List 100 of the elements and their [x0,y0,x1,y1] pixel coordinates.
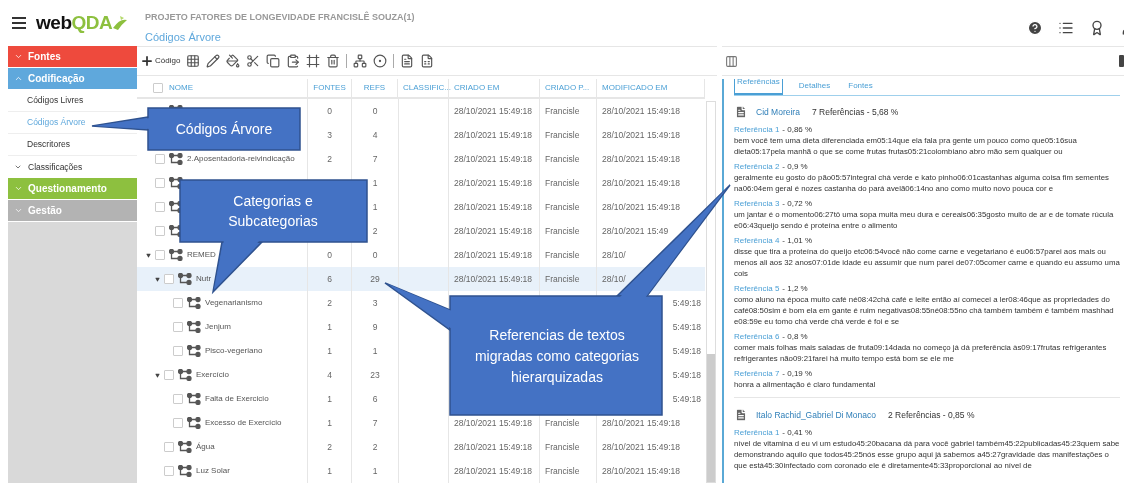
table-cell: 28/10/2021 15:49:18 [602,464,680,478]
column-header[interactable]: MODIFICADO EM [602,82,668,94]
nav-item[interactable]: Classificações [8,156,137,178]
table-cell[interactable] [398,99,449,123]
scrollbar[interactable] [706,101,716,483]
checkbox[interactable] [173,298,183,308]
table-cell: 28/10/2021 15:49:18 [602,176,680,190]
table-cell: 0 [372,104,378,118]
table-cell: 28/10/2021 15:49:18 [454,176,532,190]
scissors-icon[interactable] [246,54,261,68]
table-cell: 28/10/2021 15:49:18 [454,416,532,430]
checkbox[interactable] [164,274,174,284]
chevron-icon [14,74,23,83]
expander-icon[interactable] [154,276,160,282]
table-cell: 28/10/2021 15:49:18 [602,104,680,118]
tab[interactable]: Referências [734,79,783,95]
tab[interactable]: Fontes [846,80,875,95]
reference-link[interactable]: Referência 7 [734,368,780,379]
circle-dot-icon[interactable] [373,54,388,68]
column-header[interactable]: NOME [169,82,193,94]
expander-icon[interactable] [154,372,160,378]
nav-item[interactable]: Códigos Livres [27,94,84,107]
reference-link[interactable]: Referência 6 [734,331,780,342]
table-cell: 1 [327,464,332,478]
columns-icon[interactable] [725,54,738,68]
new-code-button[interactable]: Código [140,54,181,68]
reference-percent: - 0,8 % [782,331,808,342]
checkbox[interactable] [164,442,174,452]
reference-percent: - 0,86 % [782,124,813,135]
page-title: Códigos Árvore [145,29,222,45]
table-cell: Francisle [545,200,580,214]
list-icon[interactable] [1058,20,1074,36]
nav-section[interactable]: Codificação [8,68,137,89]
column-header[interactable]: CRIADO P... [545,82,590,94]
help-icon[interactable] [1027,20,1043,36]
table-cell: 0 [327,104,332,118]
reference-link[interactable]: Referência 2 [734,161,780,172]
table-cell: 28/10/2021 15:49:18 [454,440,532,454]
table-cell: 1 [327,392,332,406]
table-cell: Francisle [545,464,580,478]
award-icon[interactable] [1089,20,1105,36]
source-link[interactable]: Cid Moreira [756,105,800,119]
expander-icon[interactable] [145,252,151,258]
checkbox[interactable] [155,154,165,164]
nav-section[interactable]: Fontes [8,46,137,67]
node-name: Jenjum [205,321,231,333]
column-header[interactable]: CRIADO EM [454,82,500,94]
checkbox[interactable] [173,322,183,332]
checkbox[interactable] [153,83,163,93]
table-cell: 28/10/2021 15:49:18 [454,272,532,286]
nodes-icon[interactable] [353,54,368,68]
chevron-icon [14,52,23,61]
nav-item[interactable]: Descritores [27,138,70,151]
table-cell: 9 [372,320,378,334]
menu-icon[interactable] [12,17,26,29]
nav-item[interactable]: Códigos Árvore [27,116,86,129]
nav-section[interactable]: Gestão [8,200,137,221]
copy-icon[interactable] [266,54,281,68]
paint-bucket-icon[interactable] [226,54,241,68]
table-cell[interactable] [398,459,449,483]
nav-label: Questionamento [28,182,107,196]
project-title: PROJETO FATORES DE LONGEVIDADE FRANCISLÊ SOUZA(1) [145,11,416,24]
nav-section[interactable]: Questionamento [8,178,137,199]
checkbox[interactable] [155,202,165,212]
node-name: Água [196,441,215,453]
table-cell: 5:49:18 [672,320,701,334]
reference-link[interactable]: Referência 3 [734,198,780,209]
table-cell[interactable] [398,243,449,267]
trash-icon[interactable] [326,54,341,68]
tab[interactable]: Detalhes [796,80,833,95]
checkbox[interactable] [155,178,165,188]
checkbox[interactable] [164,370,174,380]
table-cell: 28/10/2021 15:49:18 [602,152,680,166]
checkbox[interactable] [155,250,165,260]
toolbar-icon[interactable] [1119,55,1124,67]
grid-icon[interactable] [186,54,201,68]
column-header[interactable]: REFS [363,82,386,94]
nav-label: Codificação [28,72,85,86]
reference-link[interactable]: Referência 5 [734,283,780,294]
checkbox[interactable] [173,346,183,356]
column-header[interactable]: CLASSIFIC... [403,82,451,94]
reference-link[interactable]: Referência 4 [734,235,780,246]
pdf-icon[interactable] [400,54,415,68]
paste-icon[interactable] [286,54,301,68]
source-link[interactable]: Italo Rachid_Gabriel Di Monaco [756,408,876,422]
column-header[interactable]: FONTES [313,82,346,94]
table-cell[interactable] [398,267,449,291]
reference-link[interactable]: Referência 1 [734,427,780,438]
table-cell: Francisle [545,176,580,190]
reference-link[interactable]: Referência 1 [734,124,780,135]
checkbox[interactable] [173,394,183,404]
checkbox[interactable] [164,466,174,476]
frame-icon[interactable] [306,54,321,68]
checkbox[interactable] [155,226,165,236]
checkbox[interactable] [173,418,183,428]
pencil-icon[interactable] [206,54,221,68]
table-cell: 28/10/2021 15:49:18 [602,128,680,142]
table-cell: 4 [327,368,332,382]
table-cell: 2 [327,296,332,310]
spreadsheet-icon[interactable] [420,54,435,68]
